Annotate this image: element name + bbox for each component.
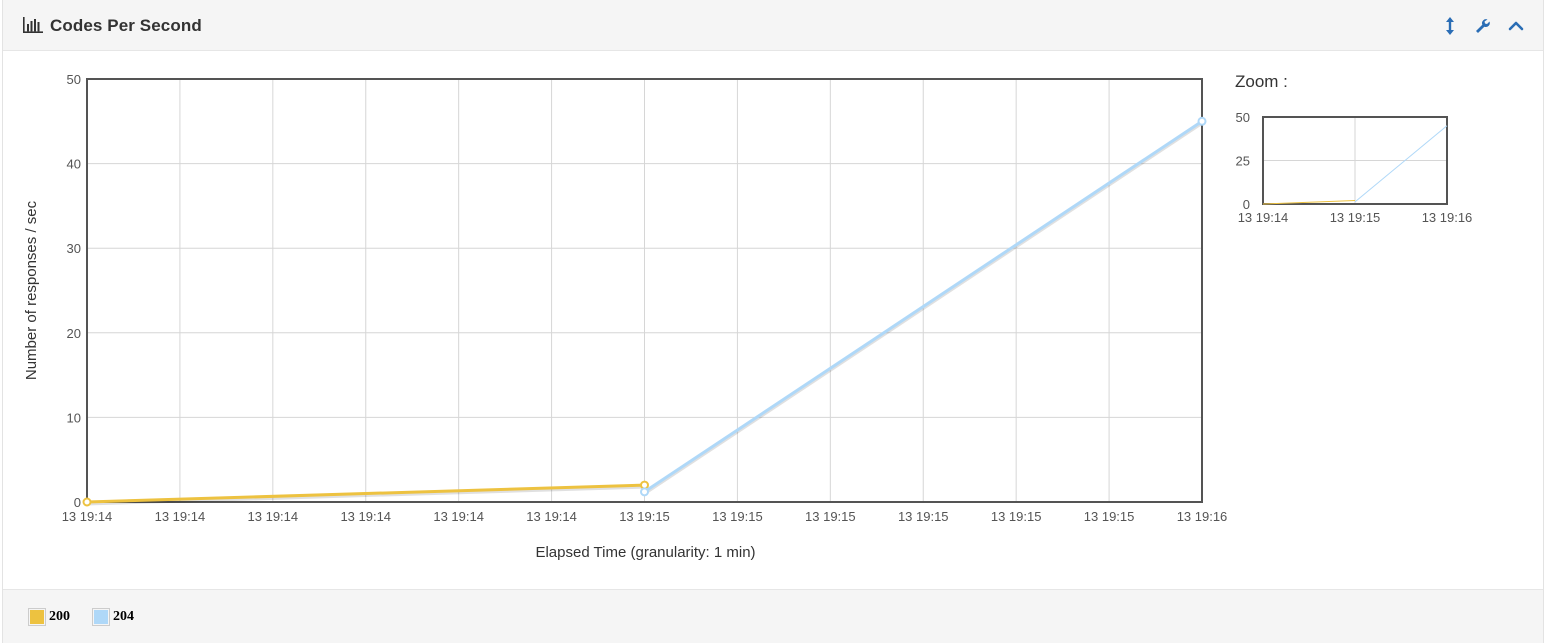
x-tick-label: 13 19:15	[712, 509, 763, 524]
zoom-series-204-line	[1354, 125, 1448, 203]
x-tick-label: 13 19:15	[805, 509, 856, 524]
x-tick-label: 13 19:14	[433, 509, 484, 524]
y-tick-label: 10	[67, 410, 81, 425]
y-tick-label: 40	[67, 157, 81, 172]
panel-title: Codes Per Second	[50, 16, 202, 35]
zoom-x-tick-label: 13 19:15	[1330, 210, 1381, 225]
x-tick-label: 13 19:14	[526, 509, 577, 524]
codes-per-second-panel: Codes Per Second 13 19:14 13 19:14 13 19:1…	[2, 0, 1544, 643]
x-tick-label: 13 19:15	[1084, 509, 1135, 524]
series-204-point	[640, 487, 649, 497]
y-tick-label: 30	[67, 241, 81, 256]
legend-label-204: 204	[113, 609, 134, 624]
zoom-title: Zoom :	[1235, 72, 1288, 91]
legend-swatch-204	[92, 608, 110, 626]
legend-swatch-200	[28, 608, 46, 626]
y-tick-label: 50	[67, 72, 81, 87]
x-tick-label: 13 19:14	[340, 509, 391, 524]
zoom-y-tick-label: 50	[1236, 110, 1250, 125]
series-204-point	[1197, 116, 1207, 126]
legend: 200 204	[3, 589, 1543, 643]
x-tick-label: 13 19:14	[248, 509, 299, 524]
zoom-y-tick-label: 0	[1243, 197, 1250, 212]
y-tick-label: 0	[74, 495, 81, 510]
x-tick-label: 13 19:15	[619, 509, 670, 524]
bar-chart-icon	[23, 17, 43, 33]
series-200-point	[82, 497, 92, 507]
zoom-chart[interactable]: 13 19:14 13 19:15 13 19:16 0 25 50	[1223, 100, 1503, 235]
zoom-x-tick-label: 13 19:14	[1238, 210, 1289, 225]
legend-label-200: 200	[49, 609, 70, 624]
x-tick-label: 13 19:14	[155, 509, 206, 524]
zoom-x-tick-label: 13 19:16	[1422, 210, 1473, 225]
chevron-up-icon[interactable]	[1507, 16, 1525, 36]
y-axis-label: Number of responses / sec	[23, 200, 40, 380]
x-tick-label: 13 19:16	[1177, 509, 1228, 524]
x-tick-label: 13 19:15	[991, 509, 1042, 524]
wrench-icon[interactable]	[1473, 16, 1491, 36]
x-tick-label: 13 19:15	[898, 509, 949, 524]
zoom-y-tick-label: 25	[1236, 154, 1250, 169]
panel-header: Codes Per Second	[3, 0, 1543, 51]
y-tick-label: 20	[67, 326, 81, 341]
x-axis-label: Elapsed Time (granularity: 1 min)	[535, 544, 755, 561]
resize-vertical-icon[interactable]	[1441, 16, 1459, 36]
x-tick-label: 13 19:14	[62, 509, 113, 524]
